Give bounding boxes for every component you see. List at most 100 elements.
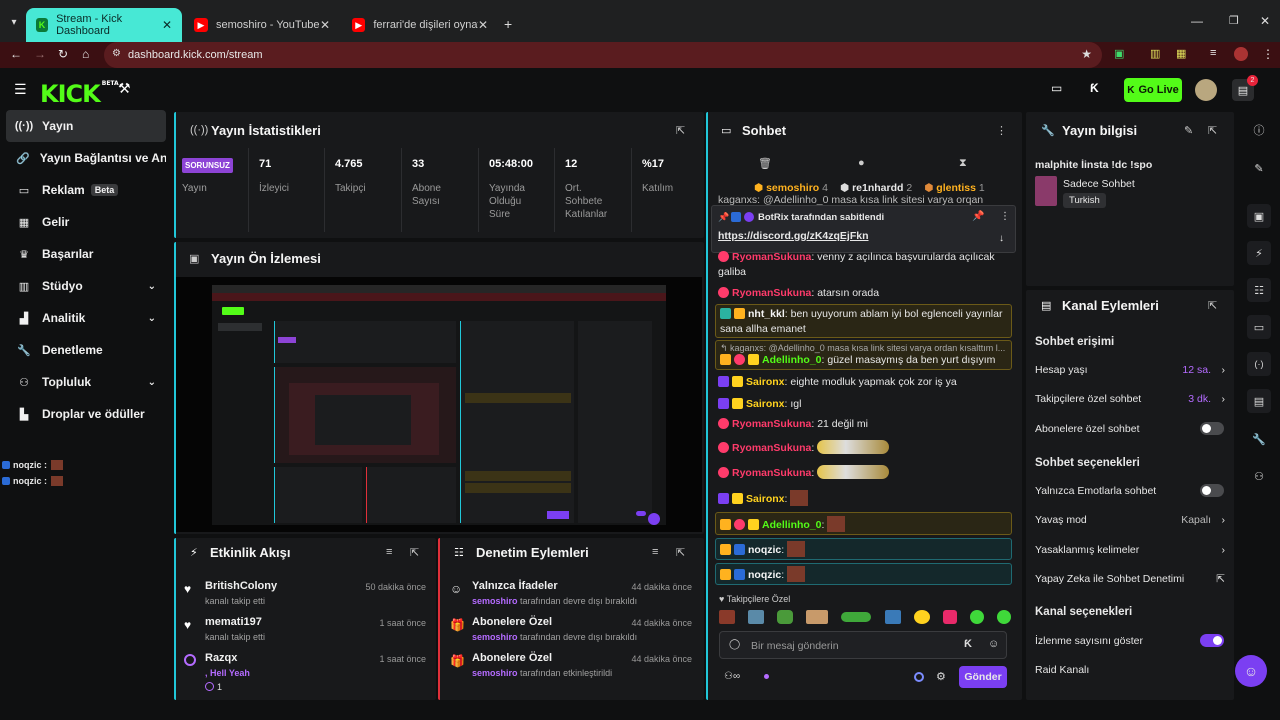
chat-username[interactable]: noqzic xyxy=(748,569,781,581)
translate-icon[interactable]: ▦ xyxy=(1176,47,1186,60)
filter-icon[interactable]: ≡ xyxy=(386,546,392,558)
emoji-picker-icon[interactable]: ☺ xyxy=(988,638,999,650)
category-name[interactable]: Sadece Sohbet xyxy=(1063,178,1135,190)
sidebar-item-revenue[interactable]: ▦ Gelir xyxy=(6,206,166,238)
followers-only-row[interactable]: Takipçilere özel sohbet 3 dk. › xyxy=(1035,393,1225,407)
popout-icon[interactable]: ⇱ xyxy=(676,124,685,137)
community-icon[interactable]: ⚇ xyxy=(1247,464,1271,488)
kicks-coin-icon[interactable] xyxy=(914,672,924,682)
list-icon[interactable]: ☷ xyxy=(1247,278,1271,302)
sidebar-item-ads[interactable]: ▭ Reklam Beta xyxy=(6,174,166,206)
chat-username[interactable]: Adellinho_0 xyxy=(762,519,822,531)
chat-username[interactable]: Adellinho_0 xyxy=(762,354,822,366)
user-avatar[interactable] xyxy=(1195,79,1217,101)
new-tab-icon[interactable]: + xyxy=(504,16,512,32)
ai-moderation-row[interactable]: Yapay Zeka ile Sohbet Denetimi ⇱ xyxy=(1035,573,1225,587)
restore-icon[interactable]: ❐ xyxy=(1229,14,1239,27)
url-field[interactable]: ⚙ dashboard.kick.com/stream ★ xyxy=(104,42,1102,68)
reading-list-icon[interactable]: ≡ xyxy=(1210,47,1216,59)
emote-button[interactable] xyxy=(806,610,829,624)
go-live-button[interactable]: K Go Live xyxy=(1124,78,1182,102)
emote-button[interactable] xyxy=(913,610,930,624)
help-chat-button[interactable]: ☺ xyxy=(1235,655,1267,687)
kick-logo[interactable]: KICK BETA xyxy=(40,80,119,108)
info-icon[interactable]: ⓘ xyxy=(1247,118,1271,142)
settings-gear-icon[interactable]: ⚙ xyxy=(936,670,946,683)
chat-username[interactable]: Saironx xyxy=(746,398,785,410)
home-icon[interactable]: ⌂ xyxy=(82,47,89,61)
sidebar-item-analytics[interactable]: ▟ Analitik ⌄ xyxy=(6,302,166,334)
close-tab-icon[interactable]: ✕ xyxy=(162,18,172,32)
emote-button[interactable] xyxy=(969,610,984,624)
subs-only-toggle[interactable] xyxy=(1200,422,1224,435)
sidebar-item-community[interactable]: ⚇ Topluluk ⌄ xyxy=(6,366,166,398)
sidebar-item-drops[interactable]: ▙ Droplar ve ödüller xyxy=(6,398,166,430)
chat-username[interactable]: Saironx xyxy=(746,493,785,505)
slow-mode-row[interactable]: Yavaş mod Kapalı › xyxy=(1035,514,1225,528)
chat-username[interactable]: RyomanSukuna xyxy=(732,442,811,454)
popout-icon[interactable]: ⇱ xyxy=(1208,299,1217,312)
unpin-icon[interactable]: 📌 xyxy=(972,211,984,222)
banned-words-row[interactable]: Yasaklanmış kelimeler › xyxy=(1035,544,1225,558)
hamburger-menu-icon[interactable]: ☰ xyxy=(14,81,27,98)
edit-pencil-icon[interactable]: ✎ xyxy=(1184,124,1193,137)
clip-icon[interactable]: ▭ xyxy=(1051,81,1062,95)
chat-username[interactable]: Saironx xyxy=(746,376,785,388)
reload-icon[interactable]: ↻ xyxy=(58,47,68,61)
tab-youtube[interactable]: ▶ semoshiro - YouTube ✕ xyxy=(184,8,340,42)
forward-icon[interactable]: → xyxy=(34,47,46,61)
close-window-icon[interactable]: ✕ xyxy=(1260,14,1270,28)
expand-down-icon[interactable]: ↓ xyxy=(999,233,1004,244)
sidebar-item-achievements[interactable]: ♛ Başarılar xyxy=(6,238,166,270)
chat-username[interactable]: RyomanSukuna xyxy=(732,287,811,299)
popout-icon[interactable]: ⇱ xyxy=(676,546,685,559)
emote-button[interactable] xyxy=(884,610,901,624)
pinned-link[interactable]: https://discord.gg/zK4zqEjFkn xyxy=(718,230,869,242)
tab-youtube-2[interactable]: ▶ ferrari'de dişileri oynatma zorlu ✕ xyxy=(342,8,498,42)
kick-emote-icon[interactable]: Ƙ xyxy=(964,638,972,650)
emote-button[interactable] xyxy=(719,610,735,624)
channel-actions-icon[interactable]: ▤ xyxy=(1247,389,1271,413)
popout-icon[interactable]: ⇱ xyxy=(1208,124,1217,137)
chat-username[interactable]: nht_kkl xyxy=(748,308,785,320)
tab-kick-dashboard[interactable]: K Stream - Kick Dashboard ✕ xyxy=(26,8,182,42)
chat-icon[interactable]: ▭ xyxy=(1247,315,1271,339)
hammer-icon[interactable]: ⚒ xyxy=(118,80,131,97)
raid-row[interactable]: Raid Kanalı xyxy=(1035,664,1225,678)
trash-icon[interactable]: 🗑 xyxy=(758,157,772,170)
site-info-icon[interactable]: ⚙ xyxy=(112,48,121,59)
emote-button[interactable] xyxy=(996,610,1011,624)
sidebar-item-stream[interactable]: ((·)) Yayın xyxy=(6,110,166,142)
emote-button[interactable] xyxy=(841,612,872,622)
emote-only-toggle[interactable] xyxy=(1200,484,1224,497)
popout-icon[interactable]: ⇱ xyxy=(410,546,419,559)
close-tab-icon[interactable]: ✕ xyxy=(320,18,330,32)
bookmark-star-icon[interactable]: ★ xyxy=(1081,47,1092,61)
trash-extension-icon[interactable]: ▥ xyxy=(1150,47,1160,60)
sidebar-item-stream-key[interactable]: 🔗 Yayın Bağlantısı ve Anahtarı xyxy=(6,142,166,174)
chat-username[interactable]: noqzic xyxy=(748,544,781,556)
chat-input[interactable]: ◯ Bir mesaj gönderin Ƙ ☺ xyxy=(719,631,1007,659)
browser-menu-icon[interactable]: ⋮ xyxy=(1262,47,1274,61)
more-options-icon[interactable]: ⋮ xyxy=(996,124,1007,137)
send-button[interactable]: Gönder xyxy=(959,666,1007,688)
chat-username[interactable]: RyomanSukuna xyxy=(732,418,811,430)
wrench-icon[interactable]: 🔧 xyxy=(1247,427,1271,451)
tab-list-chevron-icon[interactable]: ▾ xyxy=(6,14,22,30)
close-tab-icon[interactable]: ✕ xyxy=(478,18,488,32)
more-options-icon[interactable]: ⋮ xyxy=(1000,211,1010,222)
chat-bubble-icon[interactable]: ● xyxy=(858,157,865,169)
edit-pencil-icon[interactable]: ✎ xyxy=(1247,156,1271,180)
filter-icon[interactable]: ≡ xyxy=(652,546,658,558)
preview-panel-icon[interactable]: ▣ xyxy=(1247,204,1271,228)
account-age-row[interactable]: Hesap yaşı 12 sa. › xyxy=(1035,364,1225,378)
hourglass-icon[interactable]: ⧗ xyxy=(959,157,967,170)
sidebar-item-studio[interactable]: ▥ Stüdyo ⌄ xyxy=(6,270,166,302)
show-viewers-toggle[interactable] xyxy=(1200,634,1224,647)
minimize-icon[interactable]: — xyxy=(1191,14,1203,28)
chat-username[interactable]: RyomanSukuna xyxy=(732,467,811,479)
emote-button[interactable] xyxy=(942,610,957,624)
chat-username[interactable]: RyomanSukuna xyxy=(732,251,811,263)
emote-button[interactable] xyxy=(777,610,794,624)
lightning-icon[interactable]: ⚡ xyxy=(1247,241,1271,265)
